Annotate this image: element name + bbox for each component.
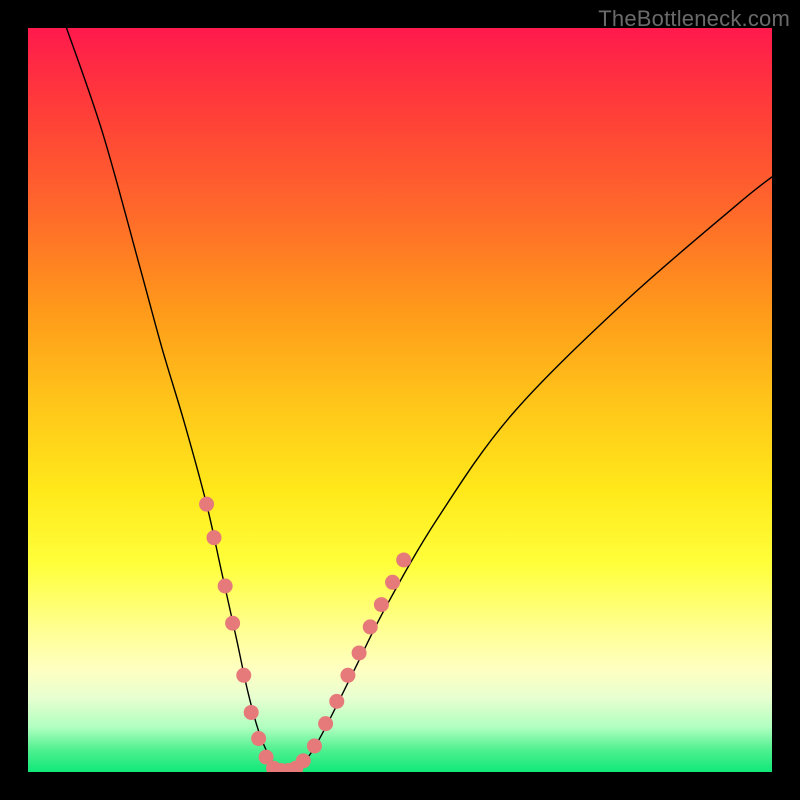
marker-dot — [244, 705, 259, 720]
marker-dot — [307, 738, 322, 753]
marker-dot — [251, 731, 266, 746]
marker-dot — [385, 575, 400, 590]
marker-dot — [296, 753, 311, 768]
marker-dot — [329, 694, 344, 709]
marker-dot — [207, 530, 222, 545]
marker-dot — [318, 716, 333, 731]
chart-frame: TheBottleneck.com — [0, 0, 800, 800]
marker-dot — [199, 497, 214, 512]
marker-dot — [352, 645, 367, 660]
marker-dot — [225, 616, 240, 631]
bottleneck-curve — [65, 28, 772, 772]
marker-dot — [396, 552, 411, 567]
marker-dot — [363, 619, 378, 634]
highlight-markers — [199, 497, 411, 772]
watermark-text: TheBottleneck.com — [598, 6, 790, 32]
marker-dot — [374, 597, 389, 612]
marker-dot — [236, 668, 251, 683]
plot-area — [28, 28, 772, 772]
marker-dot — [340, 668, 355, 683]
curve-svg — [28, 28, 772, 772]
marker-dot — [218, 579, 233, 594]
